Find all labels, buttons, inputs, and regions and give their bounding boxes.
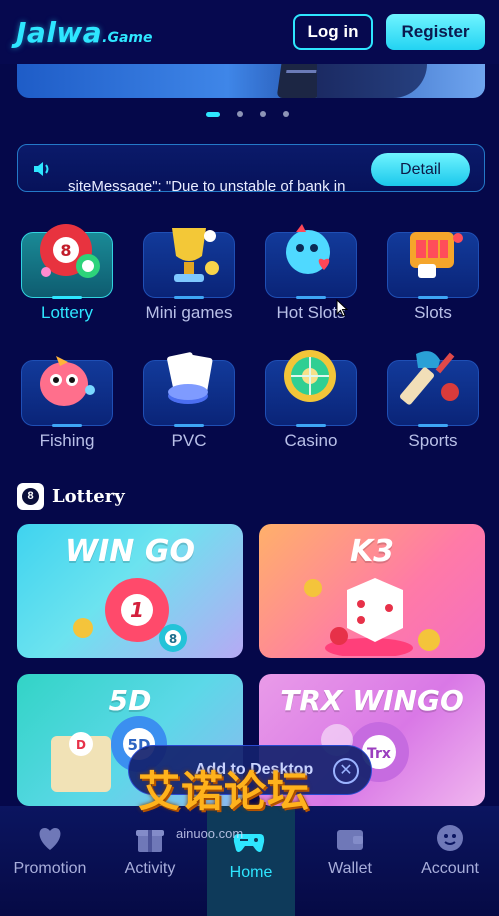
- nav-wallet[interactable]: Wallet: [300, 806, 400, 916]
- category-underline: [296, 424, 326, 427]
- banner-person-graphic: [317, 64, 427, 98]
- carousel-dot[interactable]: [260, 111, 266, 117]
- promotion-icon: [39, 828, 61, 850]
- category-label: Lottery: [41, 303, 93, 322]
- notice-bar: siteMessage": "Due to unstable of bank i…: [17, 144, 485, 192]
- nav-label: Promotion: [13, 860, 87, 877]
- login-button[interactable]: Log in: [293, 14, 373, 50]
- cards-chips-icon: [167, 352, 213, 404]
- category-label: Slots: [414, 303, 452, 322]
- lottery-section-header: 8 Lottery: [17, 483, 125, 510]
- carousel-dot[interactable]: [206, 111, 220, 117]
- top-header: Jalwa .Game Log in Register: [0, 0, 499, 64]
- site-logo[interactable]: Jalwa .Game: [16, 16, 153, 49]
- carousel-dot[interactable]: [237, 111, 243, 117]
- ball-main-number: Trx: [367, 746, 391, 762]
- fish-icon: [40, 356, 95, 406]
- ball-main-number: 1: [130, 598, 144, 622]
- category-casino[interactable]: Casino: [262, 346, 360, 450]
- mouse-cursor-icon: [336, 299, 348, 317]
- carousel-dot[interactable]: [283, 111, 289, 117]
- nav-label: Account: [421, 860, 479, 877]
- dice-illustration: [304, 578, 440, 656]
- ball-small-number: D: [76, 738, 86, 752]
- lottery-balls-icon: 8: [40, 224, 100, 278]
- game-card-win-go[interactable]: WIN GO 1 8: [17, 524, 243, 658]
- category-slots[interactable]: Slots: [384, 218, 482, 322]
- lottery-section-icon-text: 8: [22, 488, 39, 505]
- category-underline: [52, 296, 82, 299]
- nav-label: Activity: [124, 860, 176, 877]
- trophy-icon: [172, 228, 219, 282]
- logo-main-text: Jalwa: [16, 15, 103, 49]
- speaker-icon: [34, 162, 49, 176]
- detail-button[interactable]: Detail: [371, 153, 470, 186]
- category-fishing[interactable]: Fishing: [18, 346, 116, 450]
- account-icon: [437, 825, 463, 851]
- nav-promotion[interactable]: Promotion: [0, 806, 100, 916]
- nav-home[interactable]: Home: [207, 806, 295, 916]
- category-pvc[interactable]: PVC: [140, 346, 238, 450]
- lottery-section-icon: 8: [17, 483, 44, 510]
- hot-slots-icon: [286, 224, 330, 274]
- register-button[interactable]: Register: [386, 14, 485, 50]
- gift-icon: [136, 830, 164, 852]
- category-mini-games[interactable]: Mini games: [140, 218, 238, 322]
- lottery-section-title: Lottery: [52, 486, 125, 507]
- category-label: PVC: [171, 431, 207, 450]
- watermark-url: ainuoo.com: [176, 826, 244, 841]
- carousel-indicators: [0, 109, 499, 119]
- ball-small-number: 8: [169, 632, 177, 646]
- nav-label: Home: [229, 864, 273, 881]
- game-card-title: WIN GO: [65, 534, 195, 569]
- category-underline: [174, 296, 204, 299]
- category-label: Mini games: [145, 303, 233, 322]
- game-card-title: K3: [349, 534, 395, 569]
- category-underline: [52, 424, 82, 427]
- category-sports[interactable]: Sports: [384, 346, 482, 450]
- wallet-icon: [337, 830, 363, 850]
- roulette-icon: [284, 350, 336, 402]
- category-lottery[interactable]: 8 Lottery: [18, 218, 116, 322]
- category-underline: [174, 424, 204, 427]
- category-label: Fishing: [39, 431, 95, 450]
- slot-machine-icon: [410, 232, 463, 278]
- svg-text:8: 8: [60, 241, 71, 260]
- nav-account[interactable]: Account: [400, 806, 499, 916]
- category-underline: [418, 296, 448, 299]
- forum-watermark: 艾诺论坛: [138, 767, 311, 816]
- category-label: Sports: [408, 431, 458, 450]
- game-card-k3[interactable]: K3: [259, 524, 485, 658]
- promo-banner[interactable]: [17, 64, 485, 98]
- category-label: Hot Slots: [276, 303, 346, 322]
- logo-sub-text: .Game: [102, 29, 153, 46]
- category-underline: [418, 424, 448, 427]
- lottery-ball-illustration: 1 8: [73, 578, 187, 652]
- game-card-title: 5D: [108, 684, 152, 717]
- notice-message: siteMessage": "Due to unstable of bank i…: [68, 178, 346, 192]
- close-icon[interactable]: ✕: [333, 758, 359, 784]
- nav-label: Wallet: [328, 860, 372, 877]
- cricket-icon: [400, 351, 459, 405]
- category-underline: [296, 296, 326, 299]
- nav-activity[interactable]: Activity: [100, 806, 200, 916]
- bottom-navigation: Promotion Activity Home Wallet Account: [0, 806, 499, 916]
- category-label: Casino: [284, 431, 338, 450]
